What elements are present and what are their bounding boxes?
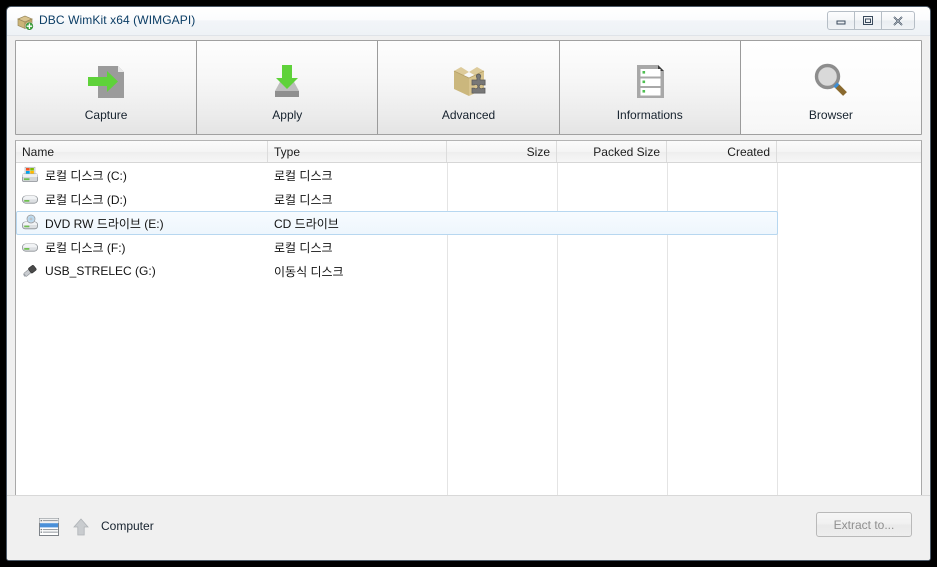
row-size-cell bbox=[447, 187, 557, 211]
column-header-spacer bbox=[777, 141, 918, 162]
row-name-text: 로컬 디스크 (F:) bbox=[45, 240, 126, 255]
status-bar: Computer Extract to... bbox=[7, 495, 930, 560]
row-type-cell: 로컬 디스크 bbox=[274, 240, 333, 255]
toolbar-button-advanced[interactable]: Advanced bbox=[378, 41, 560, 134]
row-size-cell bbox=[447, 211, 557, 235]
row-name-cell: 로컬 디스크 (D:) bbox=[16, 187, 268, 211]
toolbar-label-apply: Apply bbox=[272, 108, 303, 122]
optical-drive-icon bbox=[22, 214, 38, 230]
toolbar-label-browser: Browser bbox=[808, 108, 853, 122]
column-header-packed-size[interactable]: Packed Size bbox=[557, 141, 667, 162]
close-button[interactable] bbox=[881, 11, 915, 30]
column-header-size[interactable]: Size bbox=[447, 141, 557, 162]
toolbar-label-informations: Informations bbox=[616, 108, 683, 122]
row-created-cell bbox=[667, 259, 777, 283]
details-view-icon[interactable] bbox=[39, 518, 59, 536]
toolbar-label-advanced: Advanced bbox=[441, 108, 496, 122]
row-created-cell bbox=[667, 211, 777, 235]
hard-disk-icon bbox=[22, 195, 38, 204]
capture-document-arrow-icon bbox=[80, 55, 132, 107]
apply-tray-arrow-icon bbox=[261, 55, 313, 107]
column-header-type[interactable]: Type bbox=[268, 141, 447, 162]
drive-list-view[interactable]: Name Type Size Packed Size Created 로컬 디스… bbox=[15, 140, 922, 498]
row-packed-size-cell bbox=[557, 163, 667, 187]
usb-drive-icon bbox=[23, 265, 37, 277]
row-name-text: 로컬 디스크 (D:) bbox=[45, 192, 127, 207]
maximize-button[interactable] bbox=[854, 11, 882, 30]
row-name-text: DVD RW 드라이브 (E:) bbox=[45, 216, 164, 231]
row-size-cell bbox=[447, 235, 557, 259]
column-header-created[interactable]: Created bbox=[667, 141, 777, 162]
list-rows: 로컬 디스크 (C:) 로컬 디스크 로컬 디스크 (D:) 로컬 디스크 DV… bbox=[16, 163, 921, 283]
browser-magnifier-icon bbox=[805, 55, 857, 107]
application-window: DBC WimKit x64 (WIMGAPI) Capture Apply A… bbox=[6, 6, 931, 561]
row-name-cell: 로컬 디스크 (C:) bbox=[16, 163, 268, 187]
row-packed-size-cell bbox=[557, 187, 667, 211]
row-name-cell: 로컬 디스크 (F:) bbox=[16, 235, 268, 259]
table-row[interactable]: DVD RW 드라이브 (E:) CD 드라이브 bbox=[16, 211, 921, 235]
informations-document-icon bbox=[624, 55, 676, 107]
row-created-cell bbox=[667, 163, 777, 187]
toolbar-button-browser[interactable]: Browser bbox=[740, 41, 922, 134]
table-row[interactable]: 로컬 디스크 (D:) 로컬 디스크 bbox=[16, 187, 921, 211]
row-name-text: 로컬 디스크 (C:) bbox=[45, 168, 127, 183]
hard-disk-icon bbox=[22, 243, 38, 252]
row-type-cell: 로컬 디스크 bbox=[274, 192, 333, 207]
row-size-cell bbox=[447, 259, 557, 283]
toolbar-button-apply[interactable]: Apply bbox=[197, 41, 379, 134]
table-row[interactable]: 로컬 디스크 (C:) 로컬 디스크 bbox=[16, 163, 921, 187]
hard-disk-windows-icon bbox=[22, 166, 38, 182]
advanced-box-puzzle-icon bbox=[443, 55, 495, 107]
row-name-text: USB_STRELEC (G:) bbox=[45, 264, 156, 278]
list-header-row: Name Type Size Packed Size Created bbox=[16, 141, 921, 163]
toolbar-button-informations[interactable]: Informations bbox=[559, 41, 741, 134]
package-add-icon bbox=[16, 13, 34, 31]
up-arrow-icon[interactable] bbox=[71, 517, 91, 537]
row-packed-size-cell bbox=[557, 211, 667, 235]
toolbar-button-capture[interactable]: Capture bbox=[16, 41, 198, 134]
maximize-icon bbox=[863, 16, 873, 25]
toolbar-label-capture: Capture bbox=[84, 108, 128, 122]
window-title: DBC WimKit x64 (WIMGAPI) bbox=[39, 13, 196, 27]
row-size-cell bbox=[447, 163, 557, 187]
row-type-cell: 로컬 디스크 bbox=[274, 168, 333, 183]
row-packed-size-cell bbox=[557, 259, 667, 283]
title-bar: DBC WimKit x64 (WIMGAPI) bbox=[7, 7, 930, 36]
column-header-name[interactable]: Name bbox=[16, 141, 268, 162]
row-name-cell: DVD RW 드라이브 (E:) bbox=[16, 211, 268, 235]
minimize-icon bbox=[836, 20, 846, 24]
current-path-label: Computer bbox=[101, 519, 154, 533]
main-toolbar: Capture Apply Advanced Informations Brow… bbox=[15, 40, 922, 135]
row-type-cell: CD 드라이브 bbox=[274, 216, 339, 231]
row-created-cell bbox=[667, 187, 777, 211]
minimize-button[interactable] bbox=[827, 11, 855, 30]
row-type-cell: 이동식 디스크 bbox=[274, 264, 344, 279]
close-icon bbox=[893, 15, 903, 26]
row-name-cell: USB_STRELEC (G:) bbox=[16, 259, 268, 283]
row-created-cell bbox=[667, 235, 777, 259]
row-packed-size-cell bbox=[557, 235, 667, 259]
table-row[interactable]: USB_STRELEC (G:) 이동식 디스크 bbox=[16, 259, 921, 283]
extract-to-button[interactable]: Extract to... bbox=[816, 512, 912, 537]
table-row[interactable]: 로컬 디스크 (F:) 로컬 디스크 bbox=[16, 235, 921, 259]
